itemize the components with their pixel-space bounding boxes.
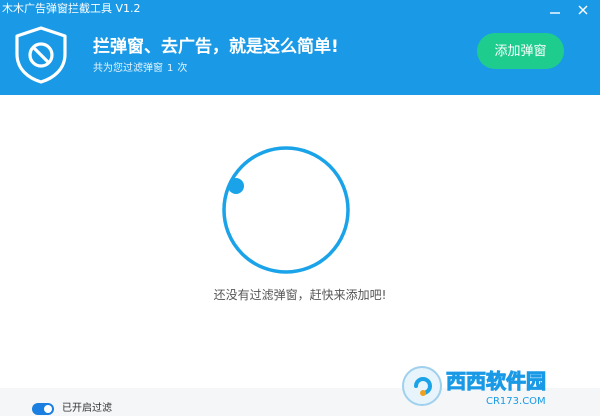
svg-text:CR173.COM: CR173.COM [486, 396, 546, 407]
counter-prefix: 共为您过滤弹窗 [93, 63, 163, 74]
filter-toggle[interactable] [32, 403, 54, 415]
counter-value: 1 [167, 63, 174, 74]
close-button[interactable] [570, 0, 596, 20]
app-window: 木木广告弹窗拦截工具 V1.2 拦弹窗、去广告，就是这么简单! 共为您过滤弹窗 1… [0, 0, 600, 416]
shield-ban-icon [15, 26, 67, 84]
counter-suffix: 次 [177, 63, 188, 74]
watermark-logo: 西西软件园 CR173.COM [402, 366, 547, 407]
window-title: 木木广告弹窗拦截工具 V1.2 [2, 2, 141, 15]
filter-counter: 共为您过滤弹窗 1 次 [93, 62, 187, 76]
filter-toggle-label: 已开启过滤 [62, 403, 112, 414]
empty-state-ring-icon [222, 146, 350, 274]
add-popup-button[interactable]: 添加弹窗 [477, 33, 564, 69]
svg-text:西西软件园: 西西软件园 [446, 369, 546, 393]
headline: 拦弹窗、去广告，就是这么简单! [93, 37, 339, 57]
empty-state-message: 还没有过滤弹窗，赶快来添加吧! [213, 288, 387, 302]
close-icon [578, 5, 588, 15]
minimize-button[interactable] [542, 0, 568, 20]
minimize-icon [550, 12, 560, 14]
toggle-knob [44, 405, 52, 413]
header-banner: 木木广告弹窗拦截工具 V1.2 拦弹窗、去广告，就是这么简单! 共为您过滤弹窗 1… [0, 0, 600, 95]
